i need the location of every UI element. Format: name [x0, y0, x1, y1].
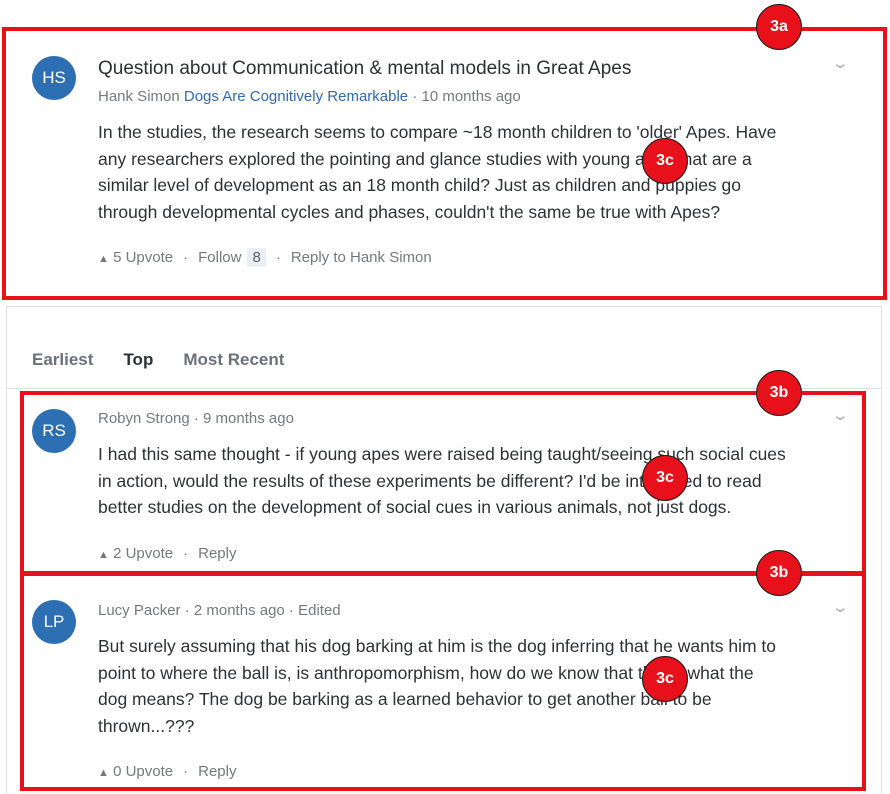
annotation-box-question [2, 27, 887, 300]
annotation-box-comment [20, 572, 866, 791]
annotation-box-comment [20, 391, 866, 575]
annotation-marker: 3c [642, 656, 688, 702]
annotation-badge: 3b [756, 550, 802, 596]
annotation-marker: 3c [642, 138, 688, 184]
annotation-marker: 3c [642, 455, 688, 501]
divider [7, 388, 881, 389]
annotation-badge: 3b [756, 370, 802, 416]
sort-tabs: Earliest Top Most Recent [32, 350, 284, 370]
tab-top[interactable]: Top [123, 350, 153, 370]
annotation-badge: 3a [756, 4, 802, 50]
tab-earliest[interactable]: Earliest [32, 350, 93, 370]
tab-most-recent[interactable]: Most Recent [183, 350, 284, 370]
